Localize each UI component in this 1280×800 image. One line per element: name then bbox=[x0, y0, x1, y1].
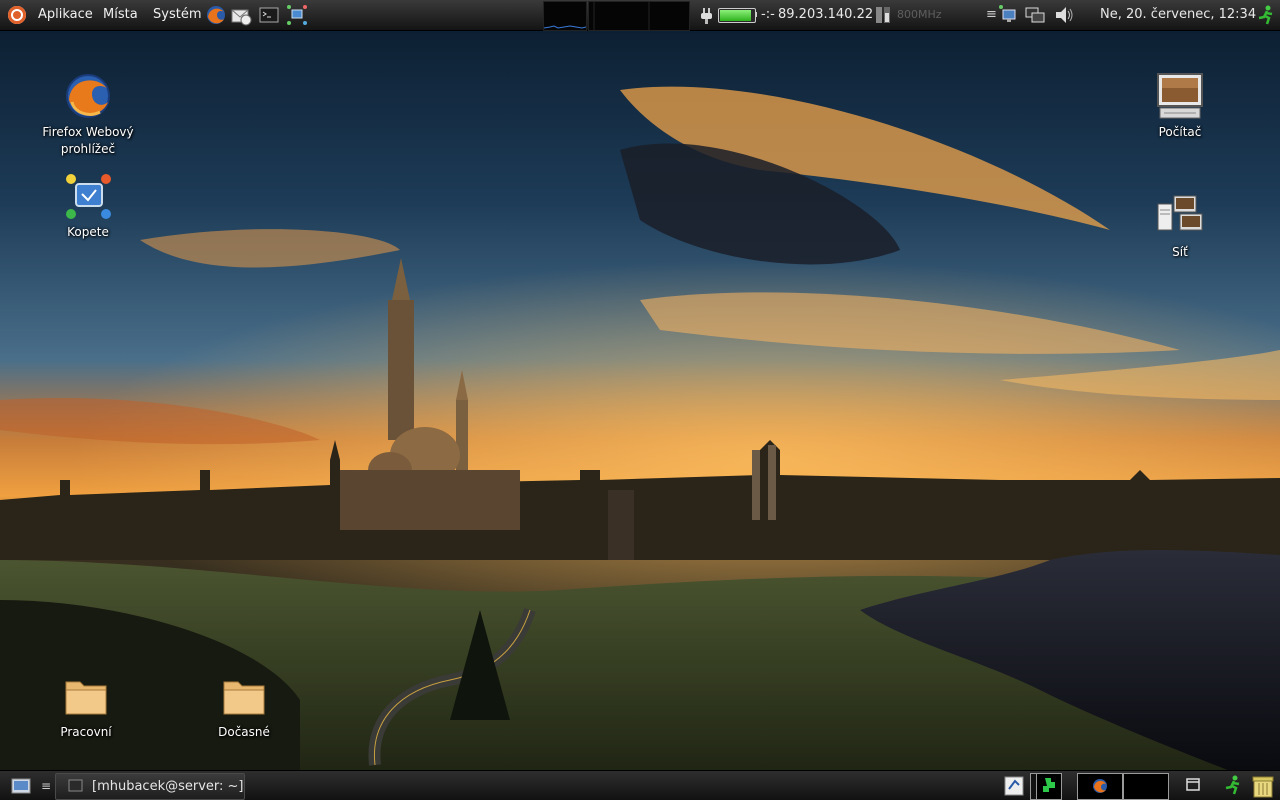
load-graph bbox=[588, 1, 690, 31]
folder-icon bbox=[220, 672, 268, 720]
network-icon bbox=[1156, 192, 1204, 240]
tray-handle-icon[interactable]: ≡ bbox=[986, 0, 997, 30]
workspace-switcher-icon[interactable] bbox=[1036, 773, 1062, 800]
menu-system[interactable]: Systém bbox=[153, 0, 201, 30]
desktop-icon-label: Síť bbox=[1172, 245, 1188, 259]
desktop-icon-computer[interactable]: Počítač bbox=[1130, 72, 1230, 141]
display-icon[interactable] bbox=[1024, 4, 1046, 26]
memory-icon bbox=[873, 5, 893, 25]
power-plug-icon[interactable] bbox=[696, 4, 718, 26]
update-notifier-icon[interactable] bbox=[1003, 775, 1025, 797]
clock[interactable]: Ne, 20. červenec, 12:34 bbox=[1100, 0, 1256, 30]
desktop-icon-label: Dočasné bbox=[218, 725, 270, 739]
run-icon[interactable] bbox=[1222, 774, 1244, 796]
taskbar-button-terminal[interactable]: [mhubacek@server: ~] bbox=[55, 773, 245, 800]
workspace-2[interactable] bbox=[1077, 773, 1123, 800]
volume-icon[interactable] bbox=[1053, 4, 1075, 26]
firefox-icon[interactable] bbox=[205, 4, 227, 26]
desktop-icon-kopete[interactable]: Kopete bbox=[38, 172, 138, 241]
desktop-icon-label: Počítač bbox=[1158, 125, 1202, 139]
desktop-icon-docasne[interactable]: Dočasné bbox=[194, 672, 294, 741]
desktop-icon-network[interactable]: Síť bbox=[1130, 192, 1230, 261]
mail-icon[interactable] bbox=[230, 4, 252, 26]
firefox-icon bbox=[1092, 778, 1108, 798]
desktop-icon-label: Pracovní bbox=[60, 725, 112, 739]
network-icon[interactable] bbox=[286, 4, 308, 26]
battery-indicator[interactable] bbox=[718, 8, 756, 23]
firefox-icon bbox=[64, 72, 112, 120]
desktop-icon-firefox[interactable]: Firefox Webový prohlížeč bbox=[38, 72, 138, 158]
battery-level-fill bbox=[720, 10, 751, 21]
menu-mista[interactable]: Místa bbox=[103, 0, 138, 30]
network-status-icon[interactable] bbox=[998, 4, 1020, 26]
cpu-frequency: 800MHz bbox=[897, 8, 942, 21]
battery-tip bbox=[755, 12, 757, 17]
terminal-window-icon bbox=[68, 778, 84, 794]
kopete-icon bbox=[64, 172, 112, 220]
desktop-icon-label: Kopete bbox=[67, 225, 109, 239]
computer-icon bbox=[1156, 72, 1204, 120]
desktop-icon-label: Firefox Webový prohlížeč bbox=[42, 125, 134, 156]
workspace-3[interactable] bbox=[1123, 773, 1169, 800]
ip-address: 89.203.140.22 bbox=[778, 7, 874, 22]
run-exit-icon[interactable] bbox=[1255, 4, 1277, 26]
folder-icon bbox=[62, 672, 110, 720]
ip-prefix: -:- bbox=[761, 7, 775, 22]
top-panel: Aplikace Místa Systém -:- 89.203.140.22 … bbox=[0, 0, 1280, 31]
terminal-icon[interactable] bbox=[258, 4, 280, 26]
desktop-wallpaper bbox=[0, 0, 1280, 800]
tasklist-handle-icon[interactable]: ≡ bbox=[41, 771, 51, 800]
taskbar-button-label: [mhubacek@server: ~] bbox=[92, 779, 244, 794]
menu-aplikace[interactable]: Aplikace bbox=[38, 0, 93, 30]
show-desktop-icon[interactable] bbox=[10, 775, 32, 797]
ubuntu-logo-icon[interactable] bbox=[8, 6, 26, 24]
bottom-panel: ≡ [mhubacek@server: ~] bbox=[0, 770, 1280, 800]
cpu-graph bbox=[543, 1, 587, 31]
window-icon[interactable] bbox=[1182, 774, 1204, 796]
desktop-icon-pracovni[interactable]: Pracovní bbox=[36, 672, 136, 741]
trash-icon[interactable] bbox=[1250, 773, 1276, 799]
